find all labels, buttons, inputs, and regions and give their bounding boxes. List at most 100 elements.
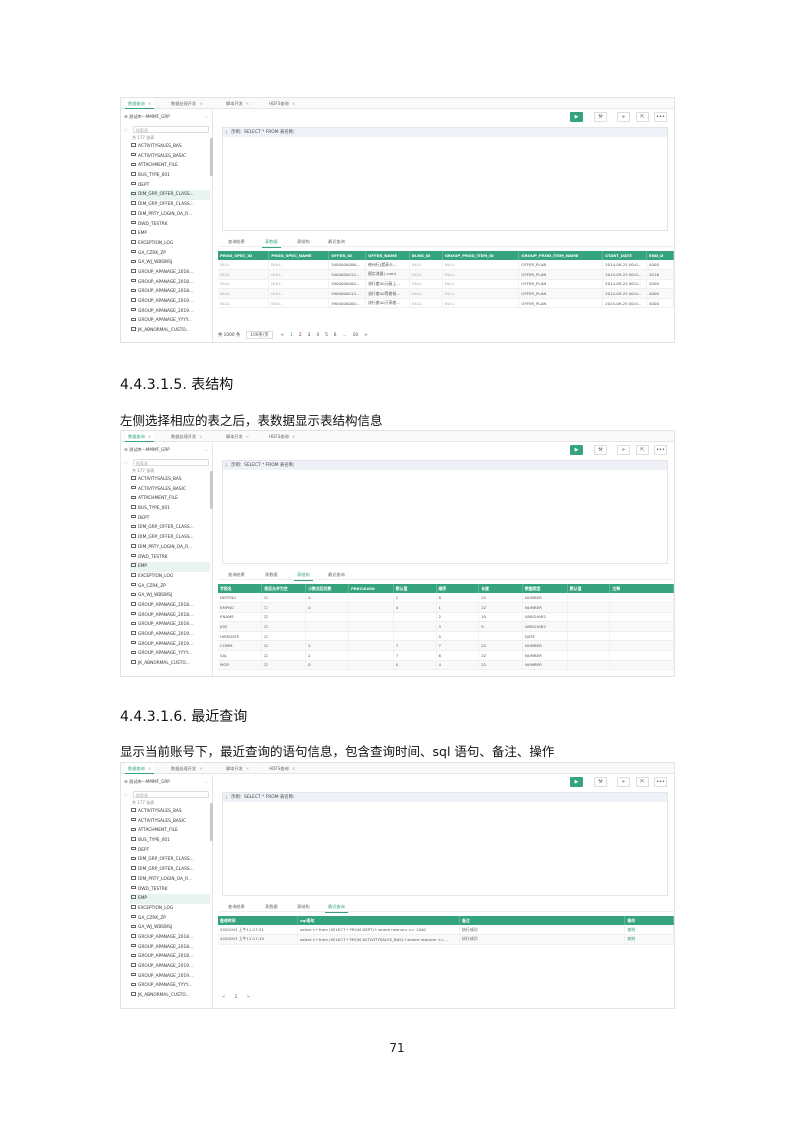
format-icon[interactable]: ⚒: [594, 112, 607, 122]
table-list-item[interactable]: EXCEPTION_LOG: [130, 904, 210, 914]
sidebar-scrollbar[interactable]: [210, 138, 213, 176]
column-header[interactable]: 操作: [624, 916, 674, 925]
result-tab-1[interactable]: 表数据: [265, 902, 278, 912]
export-icon[interactable]: ⇱: [636, 112, 649, 122]
table-list-item[interactable]: DEPT: [130, 514, 210, 524]
table-list-item[interactable]: GROUP_APANAGE_2018...: [130, 278, 210, 288]
table-list-item[interactable]: DIM_GRP_OFFER_CLASS...: [130, 190, 210, 201]
page-button[interactable]: 5: [325, 333, 328, 338]
column-header[interactable]: 顺序: [436, 584, 480, 593]
table-list-item[interactable]: GROUP_APANAGE_2019...: [130, 297, 210, 307]
result-tab-1[interactable]: 表数据: [265, 570, 278, 580]
more-icon[interactable]: •••: [654, 112, 667, 122]
table-list-item[interactable]: ATTACHMENT_FILE: [130, 494, 210, 504]
table-list-item[interactable]: GROUP_APANAGE_2018...: [130, 287, 210, 297]
table-row[interactable]: MGR ☑ 0 4 4 22 NUMBER: [218, 660, 674, 671]
close-icon[interactable]: ×: [199, 766, 203, 771]
column-header[interactable]: PROD_SPEC_ID: [218, 251, 270, 260]
tab-2[interactable]: 脚本开发 ×: [223, 763, 252, 774]
table-row[interactable]: 2020/9/3 上午11:17:31 select t.* from (SELE…: [218, 925, 674, 936]
table-list-item[interactable]: GA_CZRK_ZP: [130, 582, 210, 592]
database-select[interactable]: ☰测试库—MMMF_GRP ⌵: [124, 113, 210, 121]
column-header[interactable]: 字段名: [218, 584, 263, 593]
table-list-item[interactable]: ACTIVITYSALES_BASIC: [130, 817, 210, 827]
table-list-item[interactable]: DWD_TESTRK: [130, 553, 210, 563]
split-icon[interactable]: ÷: [617, 777, 630, 787]
table-row[interactable]: ENAME ☑ 2 10 VARCHAR2: [218, 612, 674, 623]
export-icon[interactable]: ⇱: [636, 445, 649, 455]
table-row[interactable]: COMM ☑ 2 7 7 22 NUMBER: [218, 640, 674, 652]
close-icon[interactable]: ×: [148, 101, 152, 106]
table-row[interactable]: SAL ☑ 2 7 6 22 NUMBER: [218, 650, 674, 661]
sidebar-scrollbar[interactable]: [210, 471, 213, 509]
column-header[interactable]: sql语句: [297, 916, 460, 925]
table-list-item[interactable]: DIM_PRTY_LOGIN_OA_R...: [130, 875, 210, 885]
page-button[interactable]: ...: [343, 333, 347, 338]
sql-editor[interactable]: 1 示例：SELECT * FROM 表名称;: [222, 792, 668, 896]
table-list-item[interactable]: EXCEPTION_LOG: [130, 239, 210, 249]
table-list-item[interactable]: BUS_TYPE_001: [130, 171, 210, 181]
format-icon[interactable]: ⚒: [594, 445, 607, 455]
table-list-item[interactable]: GA_WJ_WBSWSJ: [130, 923, 210, 933]
tab-1[interactable]: 数据处理开发 ×: [168, 763, 206, 774]
page-button[interactable]: 1: [290, 333, 293, 338]
table-list-item[interactable]: GA_WJ_WBSWSJ: [130, 258, 210, 268]
column-header[interactable]: BLNG_ID: [409, 251, 443, 260]
table-list-item[interactable]: ACTIVITYSALES_BAS: [130, 475, 210, 485]
table-list-item[interactable]: JK_ABNORMAL_CUSTO...: [130, 991, 210, 1001]
column-header[interactable]: START_DATE: [602, 251, 648, 260]
split-icon[interactable]: ÷: [617, 112, 630, 122]
tab-3[interactable]: HDFS查询 ×: [266, 431, 298, 442]
table-list-item[interactable]: DIM_PRTY_LOGIN_OA_R...: [130, 543, 210, 553]
table-row[interactable]: 2020/9/3 上午11:17:10 select t.* from (SELE…: [218, 934, 674, 945]
page-button[interactable]: 1: [235, 995, 238, 1000]
table-list-item[interactable]: ACTIVITYSALES_BAS: [130, 142, 210, 152]
run-button[interactable]: ▶: [570, 112, 583, 122]
table-list-item[interactable]: EXCEPTION_LOG: [130, 572, 210, 582]
result-tab-3[interactable]: 最近查询: [328, 237, 345, 247]
result-tab-2[interactable]: 表结构: [297, 902, 310, 912]
column-header[interactable]: 是否允许为空: [261, 584, 307, 593]
page-button[interactable]: 2: [299, 333, 302, 338]
table-list-item[interactable]: GROUP_APANAGE_2019...: [130, 640, 210, 650]
export-icon[interactable]: ⇱: [636, 777, 649, 787]
table-list-item[interactable]: ACTIVITYSALES_BASIC: [130, 485, 210, 495]
tab-2[interactable]: 脚本开发 ×: [223, 98, 252, 109]
close-icon[interactable]: ×: [148, 766, 152, 771]
tab-1[interactable]: 数据处理开发 ×: [168, 98, 206, 109]
table-list-item[interactable]: EMP: [130, 229, 210, 239]
page-button[interactable]: 3: [308, 333, 311, 338]
result-tab-0[interactable]: 查询结果: [228, 237, 245, 247]
close-icon[interactable]: ×: [246, 101, 250, 106]
close-icon[interactable]: ×: [292, 101, 296, 106]
table-list-item[interactable]: DIM_GRP_OFFER_CLASS...: [130, 523, 210, 533]
tab-2[interactable]: 脚本开发 ×: [223, 431, 252, 442]
format-icon[interactable]: ⚒: [594, 777, 607, 787]
sidebar-scrollbar[interactable]: [210, 803, 213, 841]
table-list-item[interactable]: GROUP_APANAGE_2019...: [130, 962, 210, 972]
table-list-item[interactable]: DEPT: [130, 846, 210, 856]
split-icon[interactable]: ÷: [617, 445, 630, 455]
table-list-item[interactable]: DIM_GRP_OFFER_CLASS...: [130, 533, 210, 543]
search-input[interactable]: 搜索表: [133, 126, 209, 133]
table-list-item[interactable]: GROUP_APANAGE_2019...: [130, 307, 210, 317]
table-list-item[interactable]: GA_WJ_WBSWSJ: [130, 591, 210, 601]
search-input[interactable]: 搜索表: [133, 459, 209, 466]
table-list-item[interactable]: GA_CZRK_ZP: [130, 914, 210, 924]
table-list-item[interactable]: GROUP_APANAGE_YYYY...: [130, 649, 210, 659]
prev-page-button[interactable]: <: [222, 995, 226, 1000]
table-list-item[interactable]: BUS_TYPE_001: [130, 504, 210, 514]
table-row[interactable]: JOB ☑ 3 9 VARCHAR2: [218, 621, 674, 632]
close-icon[interactable]: ×: [148, 434, 152, 439]
table-list-item[interactable]: GROUP_APANAGE_2018...: [130, 601, 210, 611]
table-list-item[interactable]: ACTIVITYSALES_BASIC: [130, 152, 210, 162]
next-page-button[interactable]: >: [246, 995, 250, 1000]
tab-0[interactable]: 数据查询 ×: [125, 763, 155, 774]
column-header[interactable]: OFFER_ID: [328, 251, 366, 260]
table-list-item[interactable]: GROUP_APANAGE_2019...: [130, 630, 210, 640]
result-tab-3[interactable]: 最近查询: [325, 902, 348, 913]
result-tab-0[interactable]: 查询结果: [228, 902, 245, 912]
column-header[interactable]: 小数点后位数: [305, 584, 349, 593]
result-tab-2[interactable]: 表结构: [297, 237, 310, 247]
close-icon[interactable]: ×: [292, 766, 296, 771]
